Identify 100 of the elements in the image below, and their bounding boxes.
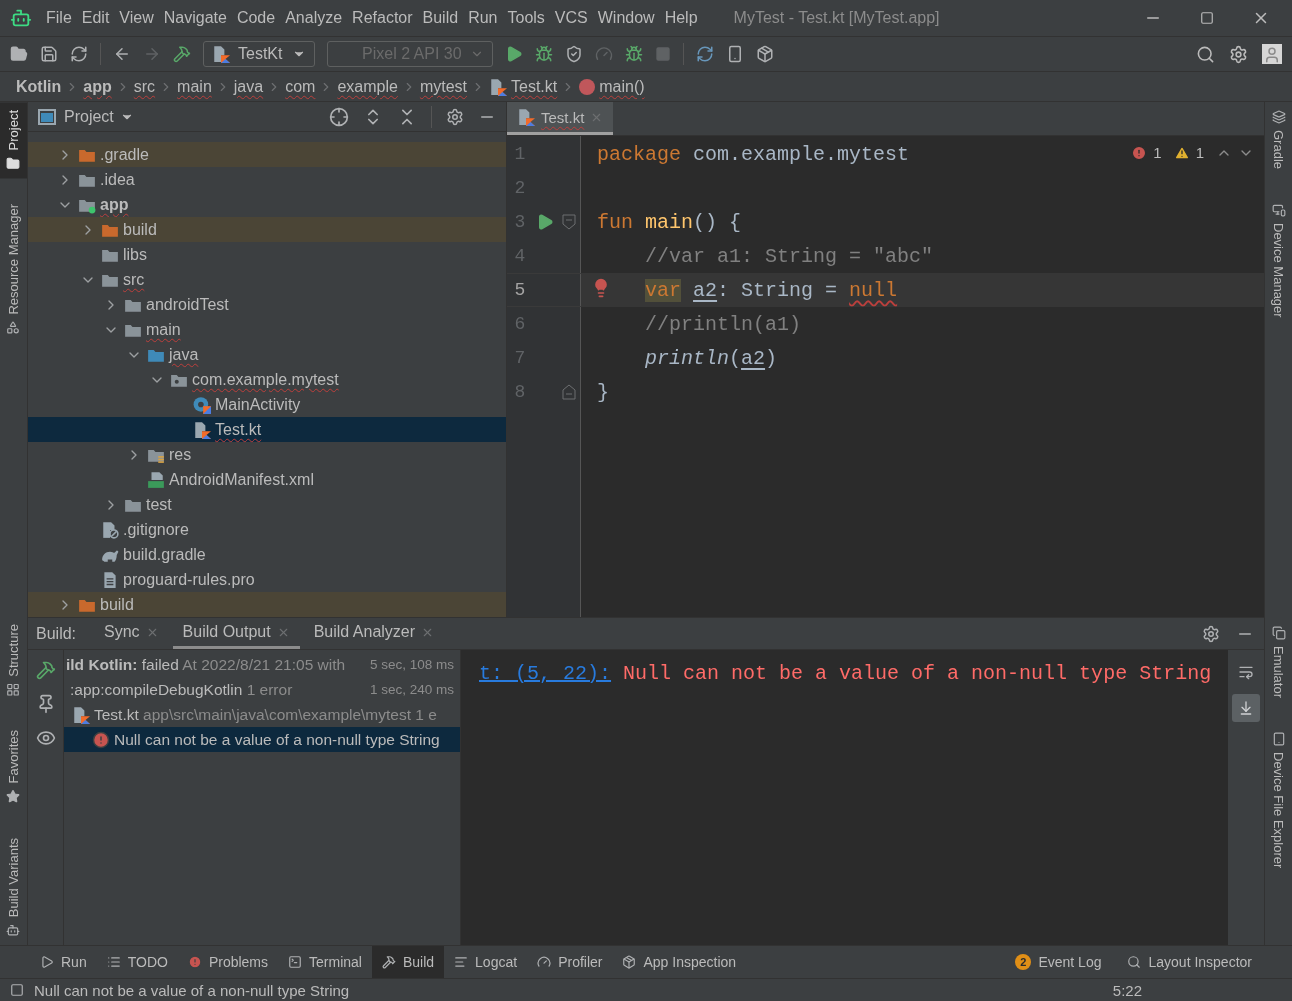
run-config-dropdown[interactable]: TestKt: [203, 41, 315, 67]
tree-row[interactable]: build: [28, 217, 506, 242]
tool-window-tab[interactable]: Build: [371, 946, 445, 978]
breadcrumb-item[interactable]: example: [337, 77, 398, 101]
device-icon[interactable]: [726, 45, 744, 63]
sync-icon[interactable]: [696, 45, 714, 63]
scroll-to-end-button[interactable]: [1232, 694, 1260, 722]
project-view-dropdown[interactable]: Project: [64, 107, 134, 126]
panel-toggle-icon[interactable]: [10, 983, 24, 997]
tool-window-button[interactable]: Resource Manager: [0, 196, 27, 344]
menu-item[interactable]: Run: [468, 9, 506, 27]
tree-row[interactable]: res: [28, 442, 506, 467]
editor-tab[interactable]: Test.kt: [507, 102, 614, 135]
tree-row[interactable]: test: [28, 492, 506, 517]
menu-item[interactable]: Analyze: [285, 9, 351, 27]
debug-icon[interactable]: [535, 45, 553, 63]
menu-item[interactable]: Navigate: [163, 9, 235, 27]
hammer-icon[interactable]: [35, 660, 56, 680]
tree-row[interactable]: .idea: [28, 167, 506, 192]
sdk-icon[interactable]: [756, 45, 774, 63]
tool-window-tab[interactable]: Terminal: [278, 946, 372, 978]
coverage-icon[interactable]: [565, 45, 583, 63]
menu-item[interactable]: VCS: [554, 9, 596, 27]
tool-window-tab[interactable]: App Inspection: [612, 946, 747, 978]
menu-item[interactable]: Build: [422, 9, 467, 27]
text-file-icon: [101, 570, 119, 589]
breadcrumb-item[interactable]: main(): [599, 77, 645, 101]
tree-row[interactable]: libs: [28, 242, 506, 267]
eye-icon[interactable]: [35, 728, 56, 748]
menu-item[interactable]: Code: [236, 9, 284, 27]
tree-row[interactable]: androidTest: [28, 292, 506, 317]
error-icon: [187, 955, 202, 969]
menu-item[interactable]: Tools: [507, 9, 553, 27]
tool-window-tab[interactable]: Profiler: [527, 946, 613, 978]
hammer-icon[interactable]: [173, 45, 191, 63]
build-tree-row[interactable]: Test.kt app\src\main\java\com\example\mytest 1 e: [64, 702, 460, 727]
breadcrumb-item[interactable]: main: [177, 77, 212, 101]
breadcrumb-item[interactable]: app: [83, 77, 112, 101]
tool-window-tab[interactable]: Logcat: [444, 946, 528, 978]
tool-window-tab[interactable]: Run: [30, 946, 97, 978]
build-tree-row[interactable]: ild Kotlin: failed At 2022/8/21 21:05 with 5 sec, 108 ms: [64, 652, 460, 677]
panel-tab[interactable]: Build Output: [172, 618, 300, 649]
menu-item[interactable]: Refactor: [352, 9, 421, 27]
tree-row[interactable]: proguard-rules.pro: [28, 567, 506, 592]
breadcrumb-item[interactable]: Kotlin: [16, 77, 62, 101]
panel-tab[interactable]: Sync: [94, 618, 169, 649]
tool-window-tab[interactable]: Problems: [177, 946, 279, 978]
settings-icon[interactable]: [1202, 624, 1220, 643]
tree-row[interactable]: build.gradle: [28, 542, 506, 567]
settings-icon[interactable]: [446, 107, 464, 126]
run-icon[interactable]: [505, 45, 523, 63]
menu-item[interactable]: Edit: [81, 9, 118, 27]
tool-window-button[interactable]: Gradle: [1265, 102, 1292, 178]
tree-row[interactable]: build: [28, 592, 506, 617]
tool-window-button[interactable]: Favorites: [0, 722, 27, 812]
menu-item[interactable]: View: [119, 9, 162, 27]
warning-icon[interactable]: [1173, 144, 1190, 161]
tool-window-tab[interactable]: Layout Inspector: [1117, 946, 1262, 978]
tree-row[interactable]: src: [28, 267, 506, 292]
search-icon[interactable]: [1196, 44, 1215, 64]
refresh-icon[interactable]: [70, 45, 88, 63]
tree-row[interactable]: app: [28, 192, 506, 217]
maximize-icon[interactable]: [1200, 11, 1214, 25]
breadcrumb-item[interactable]: com: [285, 77, 316, 101]
breadcrumb-item[interactable]: java: [233, 77, 264, 101]
tool-window-button[interactable]: Device Manager: [1265, 195, 1292, 326]
folder-open-icon[interactable]: [10, 45, 28, 63]
tool-window-button[interactable]: Build Variants: [0, 829, 27, 945]
tree-row[interactable]: Test.kt: [28, 417, 506, 442]
breadcrumb-item[interactable]: src: [133, 77, 156, 101]
build-tree-row[interactable]: :app:compileDebugKotlin 1 error 1 sec, 240 ms: [64, 677, 460, 702]
tree-row[interactable]: .gradle: [28, 142, 506, 167]
tool-window-button[interactable]: Structure: [0, 615, 27, 705]
save-icon[interactable]: [40, 45, 58, 63]
menu-item[interactable]: File: [46, 9, 80, 27]
menu-item[interactable]: Window: [597, 9, 663, 27]
tool-window-button[interactable]: Emulator: [1265, 618, 1292, 707]
build-tree-row[interactable]: Null can not be a value of a non-null type String: [64, 727, 460, 752]
source-link[interactable]: t: (5, 22):: [479, 662, 612, 685]
tree-row[interactable]: com.example.mytest: [28, 367, 506, 392]
tree-label: main: [146, 320, 181, 339]
panel-tab[interactable]: Build Analyzer: [303, 618, 445, 649]
tool-window-button[interactable]: Device File Explorer: [1265, 724, 1292, 877]
avatar[interactable]: [1262, 44, 1282, 64]
crosshair-icon[interactable]: [329, 106, 349, 127]
tree-row[interactable]: java: [28, 342, 506, 367]
tool-window-tab[interactable]: 2 Event Log: [1005, 946, 1112, 978]
tree-row[interactable]: .gitignore: [28, 517, 506, 542]
tree-row[interactable]: AndroidManifest.xml: [28, 467, 506, 492]
tree-row[interactable]: main: [28, 317, 506, 342]
caret-position[interactable]: 5:22: [1112, 981, 1142, 999]
breadcrumb-item[interactable]: Test.kt: [511, 77, 558, 101]
tool-window-tab[interactable]: TODO: [96, 946, 178, 978]
settings-icon[interactable]: [1229, 44, 1248, 64]
menu-item[interactable]: Help: [664, 9, 706, 27]
breadcrumb-item[interactable]: mytest: [419, 77, 467, 101]
back-icon[interactable]: [113, 45, 131, 63]
tool-window-button[interactable]: Project: [0, 102, 27, 179]
tree-row[interactable]: MainActivity: [28, 392, 506, 417]
apply-changes-icon[interactable]: [625, 45, 643, 63]
